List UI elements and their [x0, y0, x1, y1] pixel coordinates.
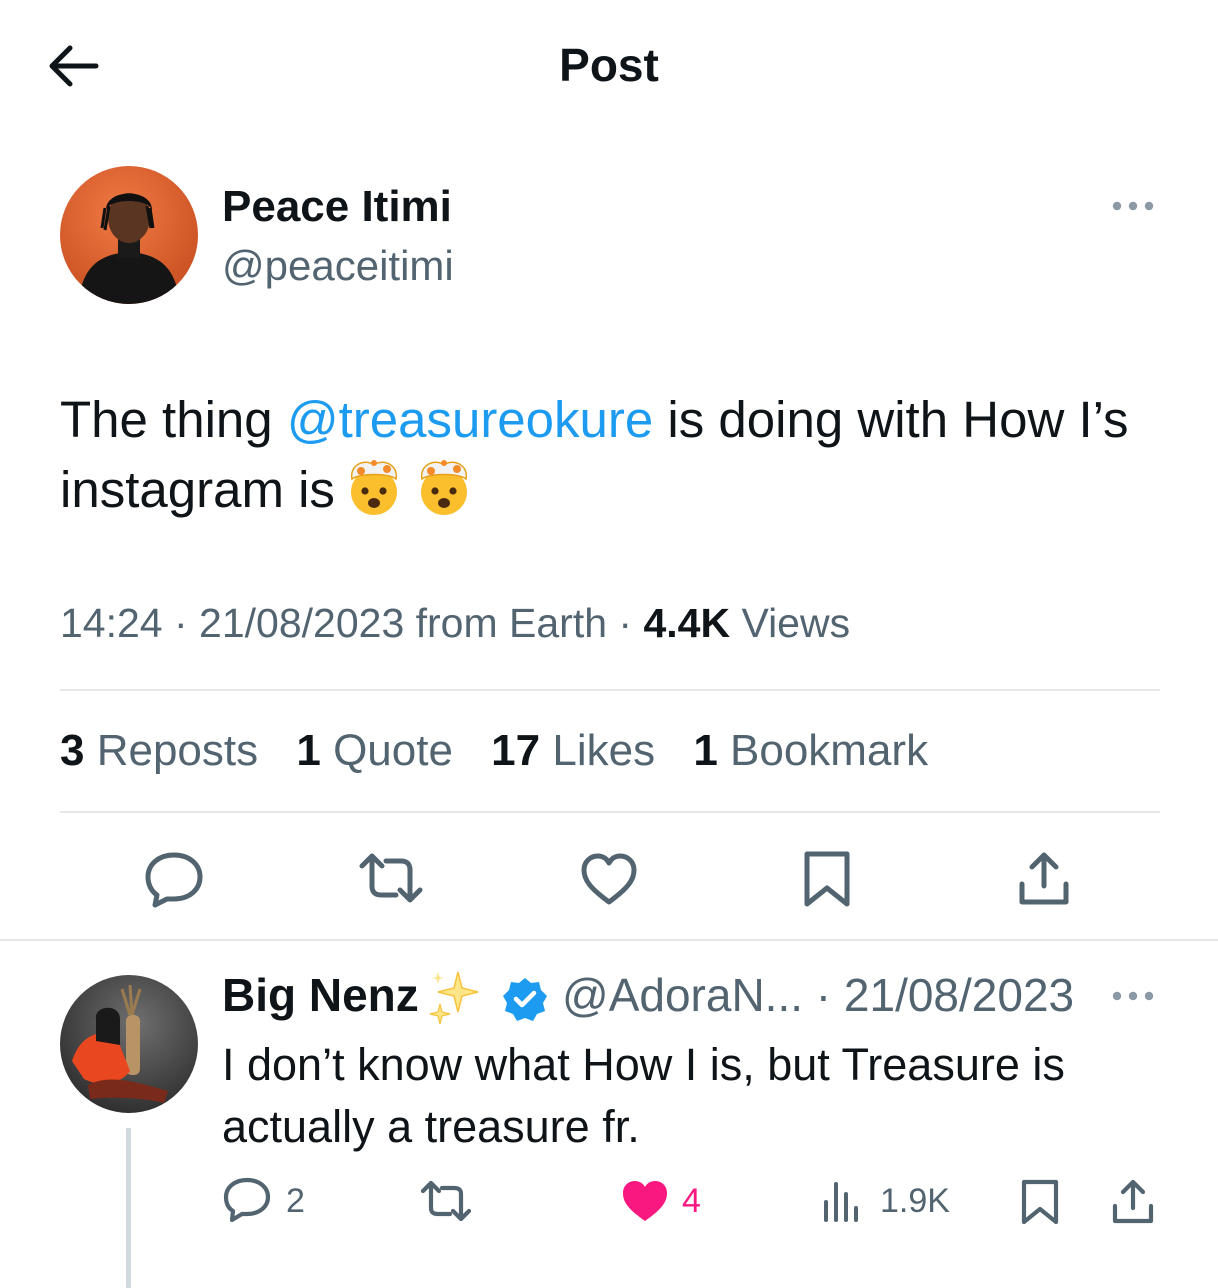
meta-separator: · [162, 600, 200, 646]
views-count[interactable]: 4.4K [643, 600, 730, 646]
views-analytics-icon[interactable] [822, 1180, 862, 1222]
quotes-label: Quote [320, 726, 453, 775]
reply-meta: @AdoraN... · 21/08/2023 [562, 968, 1074, 1022]
reply-count: 2 [286, 1182, 305, 1220]
reply-date[interactable]: 21/08/2023 [844, 969, 1074, 1021]
post-text: The thing @treasureokure is doing with H… [60, 385, 1150, 535]
post-time[interactable]: 14:24 [60, 600, 163, 646]
bookmark-icon[interactable] [802, 850, 852, 908]
verified-badge-icon[interactable] [502, 976, 548, 1022]
reposts-count: 3 [60, 726, 85, 775]
reply-views-count: 1.9K [880, 1182, 950, 1220]
reply-more-options-icon[interactable] [1110, 988, 1156, 1004]
post-meta: 14:24 · 21/08/2023 from Earth · 4.4K Vie… [60, 600, 850, 647]
reply-reply-icon[interactable] [222, 1176, 272, 1224]
quotes-count: 1 [296, 726, 321, 775]
sparkles-icon [426, 966, 486, 1026]
reply-author-avatar[interactable] [60, 975, 198, 1113]
reply-liked-heart-icon[interactable] [620, 1178, 670, 1224]
share-icon[interactable] [1016, 850, 1072, 908]
views-label[interactable]: Views [730, 600, 850, 646]
exploding-head-emoji [413, 455, 475, 535]
divider [60, 689, 1160, 691]
thread-line [126, 1128, 131, 1288]
reply-icon[interactable] [143, 850, 205, 908]
page-title: Post [559, 39, 659, 91]
reply-handle[interactable]: @AdoraN... [562, 969, 803, 1021]
likes-label: Likes [540, 726, 656, 775]
post-source: from Earth [404, 600, 608, 646]
likes-count: 17 [491, 726, 541, 775]
reply-text: I don’t know what How I is, but Treasure… [222, 1039, 1065, 1152]
reply-header: Big Nenz [222, 968, 419, 1022]
reposts-label: Reposts [84, 726, 259, 775]
reposts-stat[interactable]: 3 Reposts [60, 726, 258, 775]
post-stats: 3 Reposts 1 Quote 17 Likes 1 Bookmark [60, 726, 954, 776]
like-icon[interactable] [580, 852, 638, 906]
reply-author-name[interactable]: Big Nenz [222, 969, 419, 1021]
divider [0, 939, 1218, 941]
bookmarks-count: 1 [693, 726, 718, 775]
reply-like-count: 4 [682, 1182, 701, 1220]
meta-separator: · [607, 600, 644, 646]
meta-separator: · [803, 969, 844, 1021]
mention-link[interactable]: @treasureokure [287, 391, 653, 448]
post-date[interactable]: 21/08/2023 [199, 600, 404, 646]
bookmarks-label: Bookmark [717, 726, 929, 775]
repost-icon[interactable] [356, 852, 426, 904]
post-text-before: The thing [60, 391, 287, 448]
quotes-stat[interactable]: 1 Quote [296, 726, 453, 775]
exploding-head-emoji [343, 455, 405, 535]
reply-repost-icon[interactable] [418, 1180, 474, 1222]
author-avatar[interactable] [60, 166, 198, 304]
more-options-icon[interactable] [1110, 198, 1156, 214]
likes-stat[interactable]: 17 Likes [491, 726, 655, 775]
reply-bookmark-icon[interactable] [1020, 1178, 1060, 1226]
divider [60, 811, 1160, 813]
author-name[interactable]: Peace Itimi [222, 182, 452, 232]
author-handle[interactable]: @peaceitimi [222, 242, 454, 290]
reply-share-icon[interactable] [1110, 1178, 1156, 1226]
bookmarks-stat[interactable]: 1 Bookmark [693, 726, 928, 775]
